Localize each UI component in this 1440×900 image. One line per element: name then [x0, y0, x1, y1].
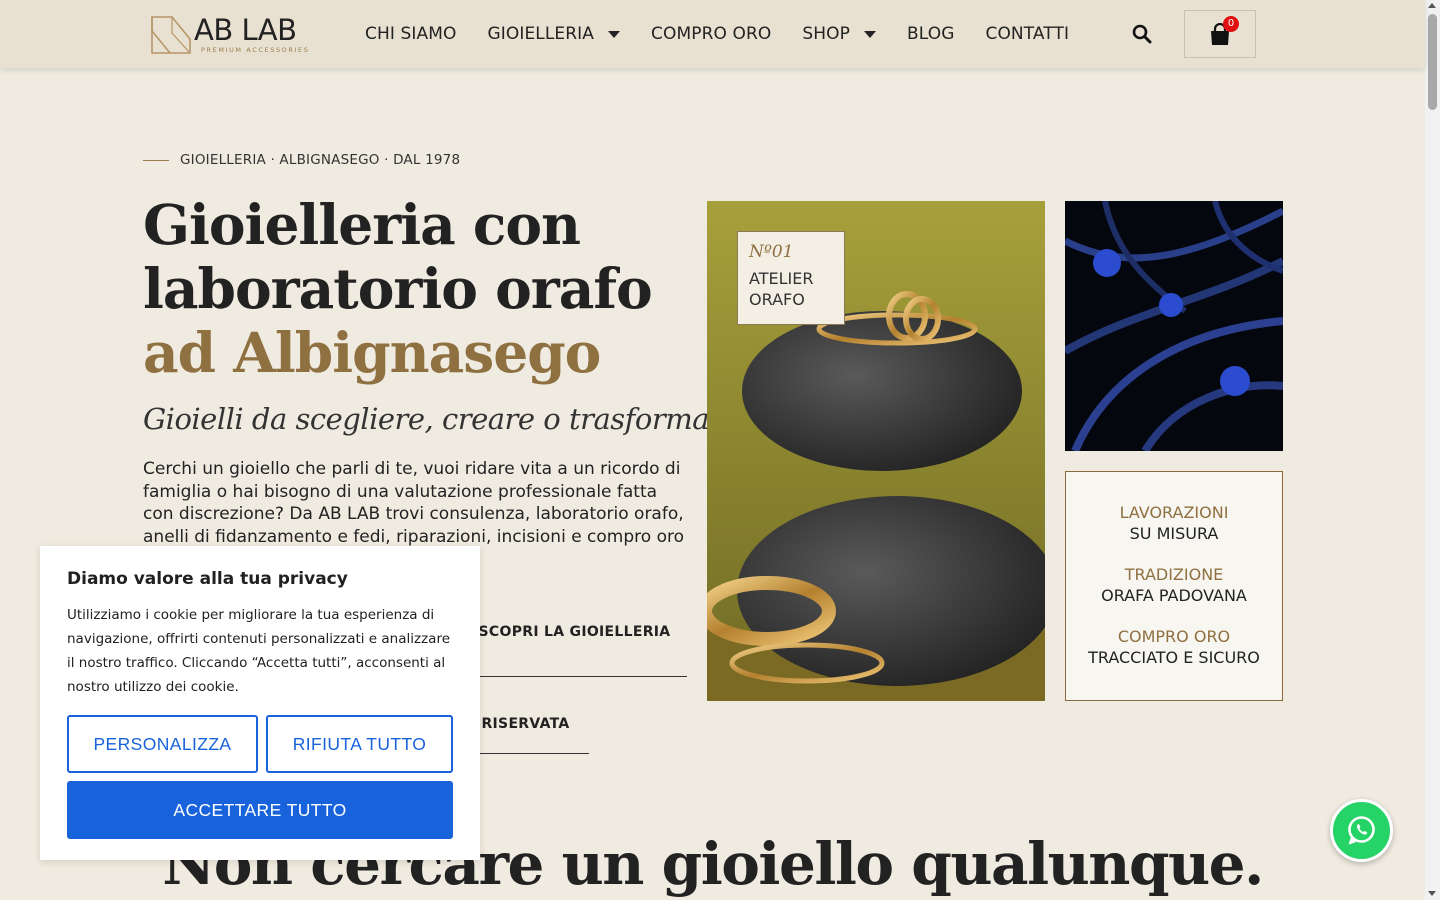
- hero-title: Gioielleria con laboratorio orafo ad Alb…: [143, 193, 703, 385]
- whatsapp-button[interactable]: [1330, 799, 1393, 862]
- hero-title-highlight: ad Albignasego: [143, 320, 601, 385]
- feature-subtitle: SU MISURA: [1129, 524, 1219, 543]
- cookie-banner: Diamo valore alla tua privacy Utilizziam…: [40, 546, 480, 860]
- feature-title: TRADIZIONE: [1124, 565, 1224, 584]
- chevron-down-icon: [863, 30, 876, 38]
- nav-label: CHI SIAMO: [365, 24, 457, 44]
- feature-item: COMPRO ORO TRACCIATO E SICURO: [1066, 626, 1282, 668]
- nav-label: BLOG: [906, 24, 955, 44]
- nav-item-contatti[interactable]: CONTATTI: [985, 24, 1069, 44]
- search-icon[interactable]: [1131, 23, 1153, 45]
- logo-mark-icon: [151, 16, 191, 54]
- hero-image-bracelets: [1065, 201, 1283, 451]
- nav-item-compro-oro[interactable]: COMPRO ORO: [651, 24, 771, 44]
- scrollbar[interactable]: [1425, 0, 1440, 900]
- nav-item-shop[interactable]: SHOP: [802, 24, 876, 44]
- eyebrow-divider: [143, 160, 169, 161]
- feature-title: LAVORAZIONI: [1119, 503, 1229, 522]
- scopri-gioielleria-button[interactable]: SCOPRI LA GIOIELLERIA: [462, 618, 687, 677]
- logo[interactable]: AB LAB PREMIUM ACCESSORIES: [150, 13, 316, 57]
- scroll-up-icon[interactable]: [1428, 3, 1436, 8]
- hero-title-main: Gioielleria con laboratorio orafo: [143, 192, 653, 321]
- features-box: LAVORAZIONI SU MISURA TRADIZIONE ORAFA P…: [1065, 471, 1283, 701]
- feature-subtitle: ORAFA PADOVANA: [1101, 586, 1247, 605]
- chevron-down-icon: [608, 30, 621, 38]
- customize-cookies-button[interactable]: PERSONALIZZA: [67, 715, 258, 773]
- nav-item-chi-siamo[interactable]: CHI SIAMO: [365, 24, 456, 44]
- nav-label: GIOIELLERIA: [487, 24, 595, 44]
- nav-label: CONTATTI: [985, 24, 1070, 44]
- logo-tagline: PREMIUM ACCESSORIES: [201, 46, 310, 54]
- feature-item: TRADIZIONE ORAFA PADOVANA: [1066, 564, 1282, 606]
- bracelets-photo-illustration: [1065, 201, 1283, 451]
- logo-text: AB LAB: [194, 13, 297, 47]
- nav-label: COMPRO ORO: [651, 24, 772, 44]
- accept-cookies-button[interactable]: ACCETTARE TUTTO: [67, 781, 453, 839]
- nav-item-gioielleria[interactable]: GIOIELLERIA: [487, 24, 621, 44]
- riservata-button[interactable]: RISERVATA: [462, 712, 589, 754]
- cart-button[interactable]: 0: [1184, 10, 1256, 58]
- atelier-number: Nº01: [749, 242, 794, 262]
- main-nav: CHI SIAMO GIOIELLERIA COMPRO ORO SHOP BL…: [365, 22, 1100, 46]
- atelier-tag: Nº01 ATELIER ORAFO: [737, 231, 845, 325]
- scroll-down-icon[interactable]: [1428, 891, 1436, 896]
- whatsapp-icon: [1348, 816, 1375, 845]
- reject-cookies-button[interactable]: RIFIUTA TUTTO: [266, 715, 453, 773]
- atelier-label: ATELIER ORAFO: [749, 269, 814, 309]
- cookie-text: Utilizziamo i cookie per migliorare la t…: [67, 607, 451, 695]
- site-header: AB LAB PREMIUM ACCESSORIES CHI SIAMO GIO…: [0, 0, 1425, 68]
- feature-item: LAVORAZIONI SU MISURA: [1066, 502, 1282, 544]
- cart-count-badge: 0: [1223, 16, 1239, 32]
- hero-eyebrow: GIOIELLERIA · ALBIGNASEGO · DAL 1978: [180, 152, 461, 168]
- hero-subtitle: Gioielli da scegliere, creare o trasform…: [143, 402, 748, 436]
- nav-label: SHOP: [802, 24, 850, 44]
- scrollbar-thumb[interactable]: [1428, 14, 1437, 110]
- feature-title: COMPRO ORO: [1117, 627, 1231, 646]
- feature-subtitle: TRACCIATO E SICURO: [1088, 648, 1260, 667]
- nav-item-blog[interactable]: BLOG: [907, 24, 954, 44]
- cookie-title: Diamo valore alla tua privacy: [67, 569, 348, 589]
